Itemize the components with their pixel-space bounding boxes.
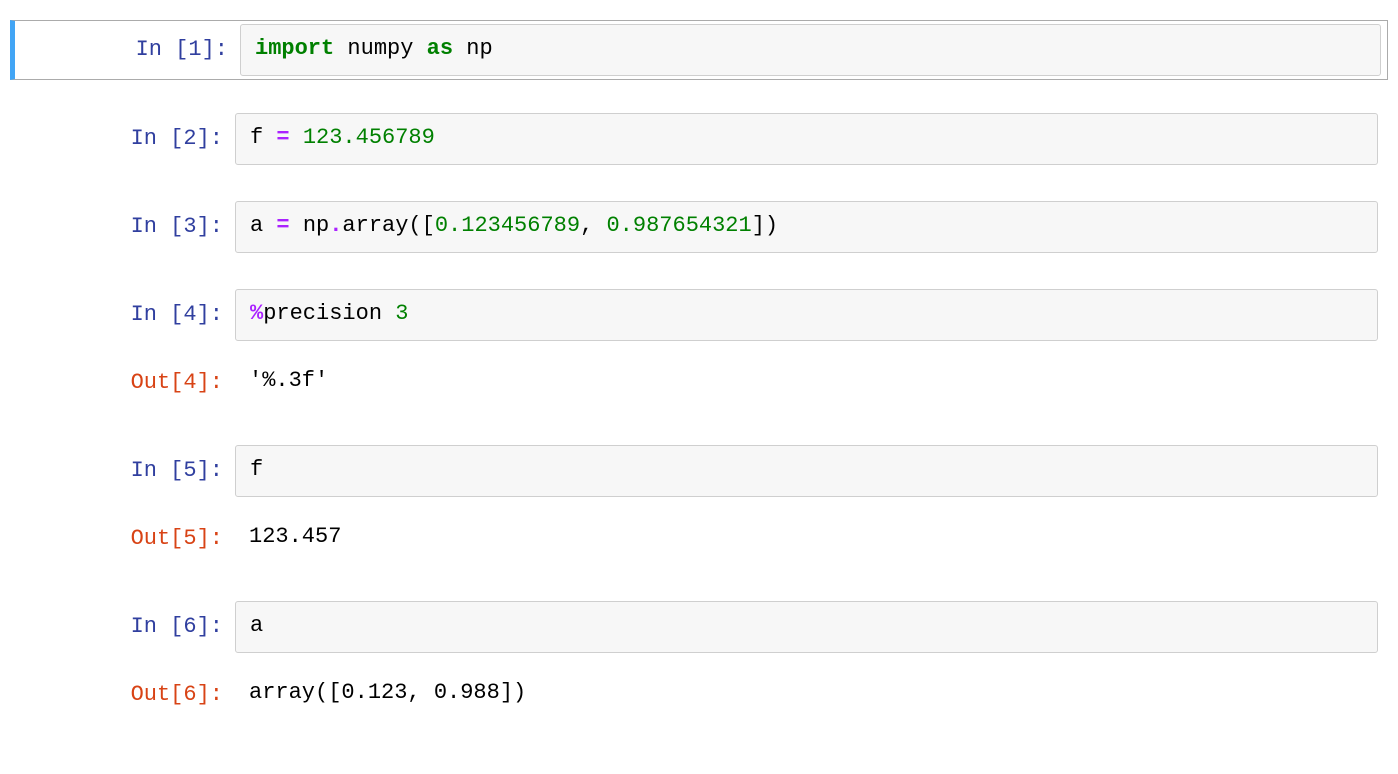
code-token: 3 xyxy=(395,301,408,326)
code-cell[interactable]: In [1]:import numpy as np xyxy=(10,20,1388,80)
output-text: array([0.123, 0.988]) xyxy=(235,669,1388,721)
code-token: numpy xyxy=(347,36,413,61)
code-token xyxy=(453,36,466,61)
code-token: , xyxy=(580,213,606,238)
output-prompt: Out[5]: xyxy=(10,513,235,565)
code-cell[interactable]: In [5]: f xyxy=(10,442,1388,500)
code-input[interactable]: f = 123.456789 xyxy=(235,113,1378,165)
code-token: np xyxy=(466,36,492,61)
code-token: f xyxy=(250,457,263,482)
code-token: f xyxy=(250,125,263,150)
input-prompt: In [2]: xyxy=(10,113,235,165)
output-row: Out[4]:'%.3f' xyxy=(10,354,1388,412)
code-token: precision xyxy=(263,301,395,326)
code-token: array([ xyxy=(342,213,434,238)
output-row: Out[5]:123.457 xyxy=(10,510,1388,568)
code-token xyxy=(263,125,276,150)
code-input[interactable]: f xyxy=(235,445,1378,497)
code-token xyxy=(413,36,426,61)
code-input[interactable]: import numpy as np xyxy=(240,24,1381,76)
code-token: = xyxy=(276,213,289,238)
code-cell[interactable]: In [2]:f = 123.456789 xyxy=(10,110,1388,168)
code-token: 0.123456789 xyxy=(435,213,580,238)
code-token: = xyxy=(276,125,289,150)
output-prompt: Out[6]: xyxy=(10,669,235,721)
code-token xyxy=(334,36,347,61)
output-row: Out[6]:array([0.123, 0.988]) xyxy=(10,666,1388,724)
code-token xyxy=(263,213,276,238)
code-cell[interactable]: In [4]:%precision 3 xyxy=(10,286,1388,344)
code-input[interactable]: a = np.array([0.123456789, 0.987654321]) xyxy=(235,201,1378,253)
code-token xyxy=(290,125,303,150)
input-prompt: In [1]: xyxy=(15,24,240,76)
code-token: ]) xyxy=(752,213,778,238)
code-cell[interactable]: In [3]:a = np.array([0.123456789, 0.9876… xyxy=(10,198,1388,256)
input-prompt: In [5]: xyxy=(10,445,235,497)
code-token: 0.987654321 xyxy=(606,213,751,238)
code-token xyxy=(290,213,303,238)
input-prompt: In [4]: xyxy=(10,289,235,341)
code-token: import xyxy=(255,36,334,61)
code-token: a xyxy=(250,613,263,638)
output-prompt: Out[4]: xyxy=(10,357,235,409)
code-token: . xyxy=(329,213,342,238)
code-token: % xyxy=(250,301,263,326)
output-text: 123.457 xyxy=(235,513,1388,565)
input-prompt: In [6]: xyxy=(10,601,235,653)
code-input[interactable]: a xyxy=(235,601,1378,653)
code-cell[interactable]: In [6]: a xyxy=(10,598,1388,656)
code-input[interactable]: %precision 3 xyxy=(235,289,1378,341)
code-token: np xyxy=(303,213,329,238)
output-text: '%.3f' xyxy=(235,357,1388,409)
code-token: a xyxy=(250,213,263,238)
code-token: as xyxy=(427,36,453,61)
notebook-container: In [1]:import numpy as npIn [2]:f = 123.… xyxy=(10,20,1388,724)
code-token: 123.456789 xyxy=(303,125,435,150)
input-prompt: In [3]: xyxy=(10,201,235,253)
